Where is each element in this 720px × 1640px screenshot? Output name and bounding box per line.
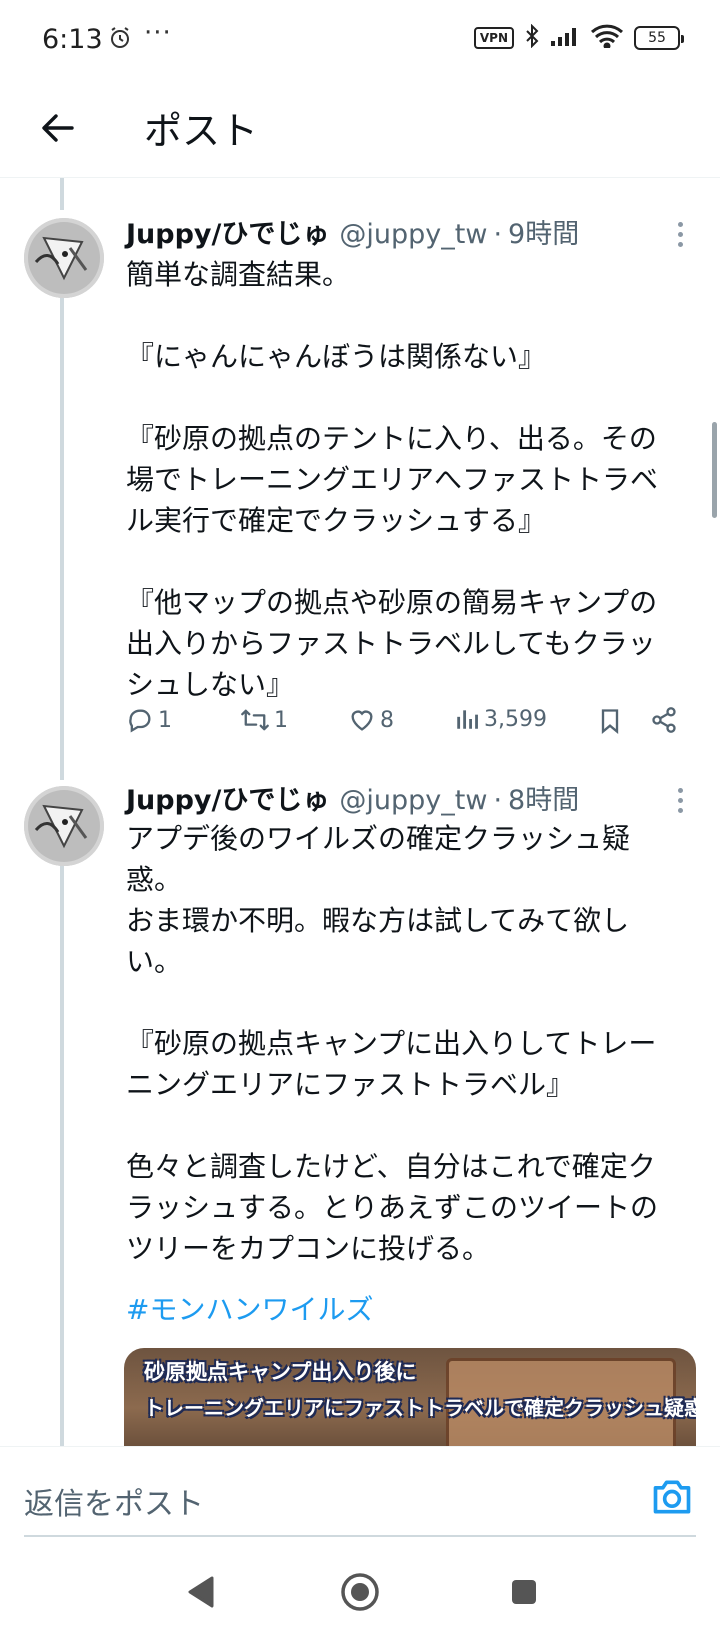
scrollbar[interactable] xyxy=(712,422,717,518)
tweet-time[interactable]: 9時間 xyxy=(508,212,579,251)
user-handle[interactable]: @juppy_tw xyxy=(339,785,487,816)
home-circle-icon xyxy=(341,1573,379,1611)
status-bar: 6:13 ··· VPN 55 xyxy=(0,0,720,80)
status-indicators: VPN 55 xyxy=(473,23,684,52)
reply-divider xyxy=(24,1535,696,1537)
page-title: ポスト xyxy=(144,109,259,153)
views-chart-icon xyxy=(457,710,478,729)
repost-count: 1 xyxy=(274,707,288,733)
reply-input[interactable]: 返信をポスト xyxy=(24,1479,204,1523)
repost-icon xyxy=(241,709,269,731)
display-name[interactable]: Juppy/ひでじゅ xyxy=(126,212,329,251)
views-button[interactable]: 3,599 xyxy=(454,706,547,732)
like-count: 8 xyxy=(380,707,394,733)
bookmark-button[interactable] xyxy=(596,706,624,736)
more-dot xyxy=(677,231,683,237)
tweet-header: Juppy/ひでじゅ @juppy_tw · 9時間 xyxy=(126,212,579,251)
reply-count: 1 xyxy=(158,707,172,733)
avatar[interactable] xyxy=(24,786,104,866)
more-dot xyxy=(677,241,683,247)
system-nav-bar xyxy=(0,1556,720,1640)
repost-button[interactable]: 1 xyxy=(240,706,288,734)
heart-icon xyxy=(351,710,373,731)
nav-home-button[interactable] xyxy=(340,1572,380,1616)
triangle-back-icon xyxy=(188,1576,214,1608)
more-dot xyxy=(677,221,683,227)
bluetooth-icon xyxy=(524,23,540,52)
vpn-badge: VPN xyxy=(473,27,514,49)
more-options-button[interactable] xyxy=(670,214,690,254)
tweet-actions: 1 1 8 3,599 xyxy=(126,706,696,746)
share-icon xyxy=(652,707,676,733)
alarm-icon xyxy=(108,26,132,54)
hashtag-link[interactable]: #モンハンワイルズ xyxy=(126,1288,373,1328)
more-dot xyxy=(677,807,683,813)
arrow-left-icon xyxy=(42,114,74,142)
tweet-time[interactable]: 8時間 xyxy=(508,778,579,817)
reply-button[interactable]: 1 xyxy=(126,706,172,734)
status-more-icon: ··· xyxy=(144,18,172,48)
reply-icon xyxy=(129,709,151,733)
like-button[interactable]: 8 xyxy=(348,706,394,734)
nav-recents-button[interactable] xyxy=(506,1574,542,1614)
user-handle[interactable]: @juppy_tw xyxy=(339,219,487,250)
top-app-bar: ポスト xyxy=(0,80,720,178)
square-recents-icon xyxy=(512,1580,536,1604)
tweet-header: Juppy/ひでじゅ @juppy_tw · 8時間 xyxy=(126,778,579,817)
bookmark-icon xyxy=(601,709,619,734)
view-count: 3,599 xyxy=(484,706,547,732)
back-button[interactable] xyxy=(30,100,86,156)
more-dot xyxy=(677,797,683,803)
separator-dot: · xyxy=(493,785,503,816)
display-name[interactable]: Juppy/ひでじゅ xyxy=(126,778,329,817)
tweet-text: 簡単な調査結果。 『にゃんにゃんぼうは関係ない』 『砂原の拠点のテントに入り、出… xyxy=(126,258,659,701)
nav-back-button[interactable] xyxy=(182,1572,218,1616)
thread-line xyxy=(60,866,64,1446)
thread-line xyxy=(60,178,64,210)
reply-composer: 返信をポスト xyxy=(0,1446,720,1556)
camera-button[interactable] xyxy=(650,1475,694,1519)
separator-dot: · xyxy=(493,219,503,250)
battery-indicator: 55 xyxy=(634,26,684,50)
share-button[interactable] xyxy=(650,706,678,734)
more-dot xyxy=(677,787,683,793)
more-options-button[interactable] xyxy=(670,780,690,820)
media-caption: トレーニングエリアにファストトラベルで確定クラッシュ疑惑 xyxy=(144,1396,696,1420)
status-time: 6:13 xyxy=(42,24,103,55)
media-caption: 砂原拠点キャンプ出入り後に xyxy=(144,1360,417,1384)
camera-icon xyxy=(653,1480,691,1514)
avatar[interactable] xyxy=(24,218,104,298)
thread-line xyxy=(60,298,64,780)
tweet-text: アプデ後のワイルズの確定クラッシュ疑 惑。 おま環か不明。暇な方は試してみて欲し… xyxy=(126,822,659,1265)
wifi-icon xyxy=(590,24,624,52)
signal-icon xyxy=(550,25,580,51)
